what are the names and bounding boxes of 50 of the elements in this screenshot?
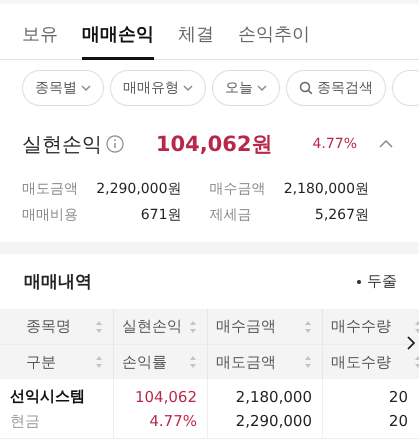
search-icon [299,81,313,95]
detail-label: 매수금액 [210,180,266,198]
chevron-icon [183,85,193,91]
tab[interactable]: 손익추이 [238,14,310,60]
tab[interactable]: 보유 [22,14,58,60]
table-cell: 20 [388,388,408,406]
detail-value: 5,267원 [314,206,369,224]
sort-icon[interactable] [304,355,312,369]
detail-value: 2,290,000원 [96,180,182,198]
table-cell: 4.77% [149,412,197,430]
chevron-right-icon[interactable] [407,336,415,350]
chevron-icon [257,85,267,91]
section-title: 매매내역 [24,271,92,293]
table-cell: 2,180,000 [236,388,312,406]
column-header[interactable]: 매도수량 [323,344,419,379]
filter-dropdown[interactable]: 오늘 [212,70,280,106]
detail-label: 제세금 [210,206,252,224]
detail-label: 매매비용 [22,206,78,224]
sort-icon[interactable] [189,355,197,369]
sort-icon[interactable] [189,320,197,334]
search-button[interactable]: 종목검색 [286,70,386,106]
column-header[interactable]: 손익률 [114,344,208,379]
column-header[interactable]: 매수수량 [323,309,419,344]
detail-label: 매도금액 [22,180,78,198]
column-header[interactable]: 실현손익 [114,309,208,344]
detail-value: 2,180,000원 [284,180,369,198]
tab[interactable]: 체결 [178,14,214,60]
realized-profit-amount: 104,062원 [156,131,273,158]
detail-value: 671원 [140,206,182,224]
two-line-toggle[interactable]: 두줄 [357,272,397,291]
filter-dropdown[interactable]: 종목별 [22,70,104,106]
column-header[interactable]: 구분 [0,344,114,379]
info-icon[interactable] [106,135,124,153]
summary-title: 실현손익 [22,130,102,158]
sort-icon[interactable] [95,320,103,334]
table-cell: 104,062 [134,388,197,406]
chevron-icon[interactable] [379,140,393,148]
table-cell: 2,290,000 [236,412,312,430]
table-cell: 선익시스템 [10,386,85,406]
sort-icon[interactable] [95,355,103,369]
table-cell: 20 [388,412,408,430]
column-header[interactable]: 종목명 [0,309,114,344]
sort-icon[interactable] [304,320,312,334]
profit-rate: 4.77% [312,136,357,152]
column-header[interactable]: 매수금액 [208,309,323,344]
tab[interactable]: 매매손익 [82,14,154,60]
filter-dropdown[interactable]: 매매유형 [110,70,206,106]
chevron-icon [81,85,91,91]
column-header[interactable]: 매도금액 [208,344,323,379]
table-cell: 현금 [10,412,40,430]
